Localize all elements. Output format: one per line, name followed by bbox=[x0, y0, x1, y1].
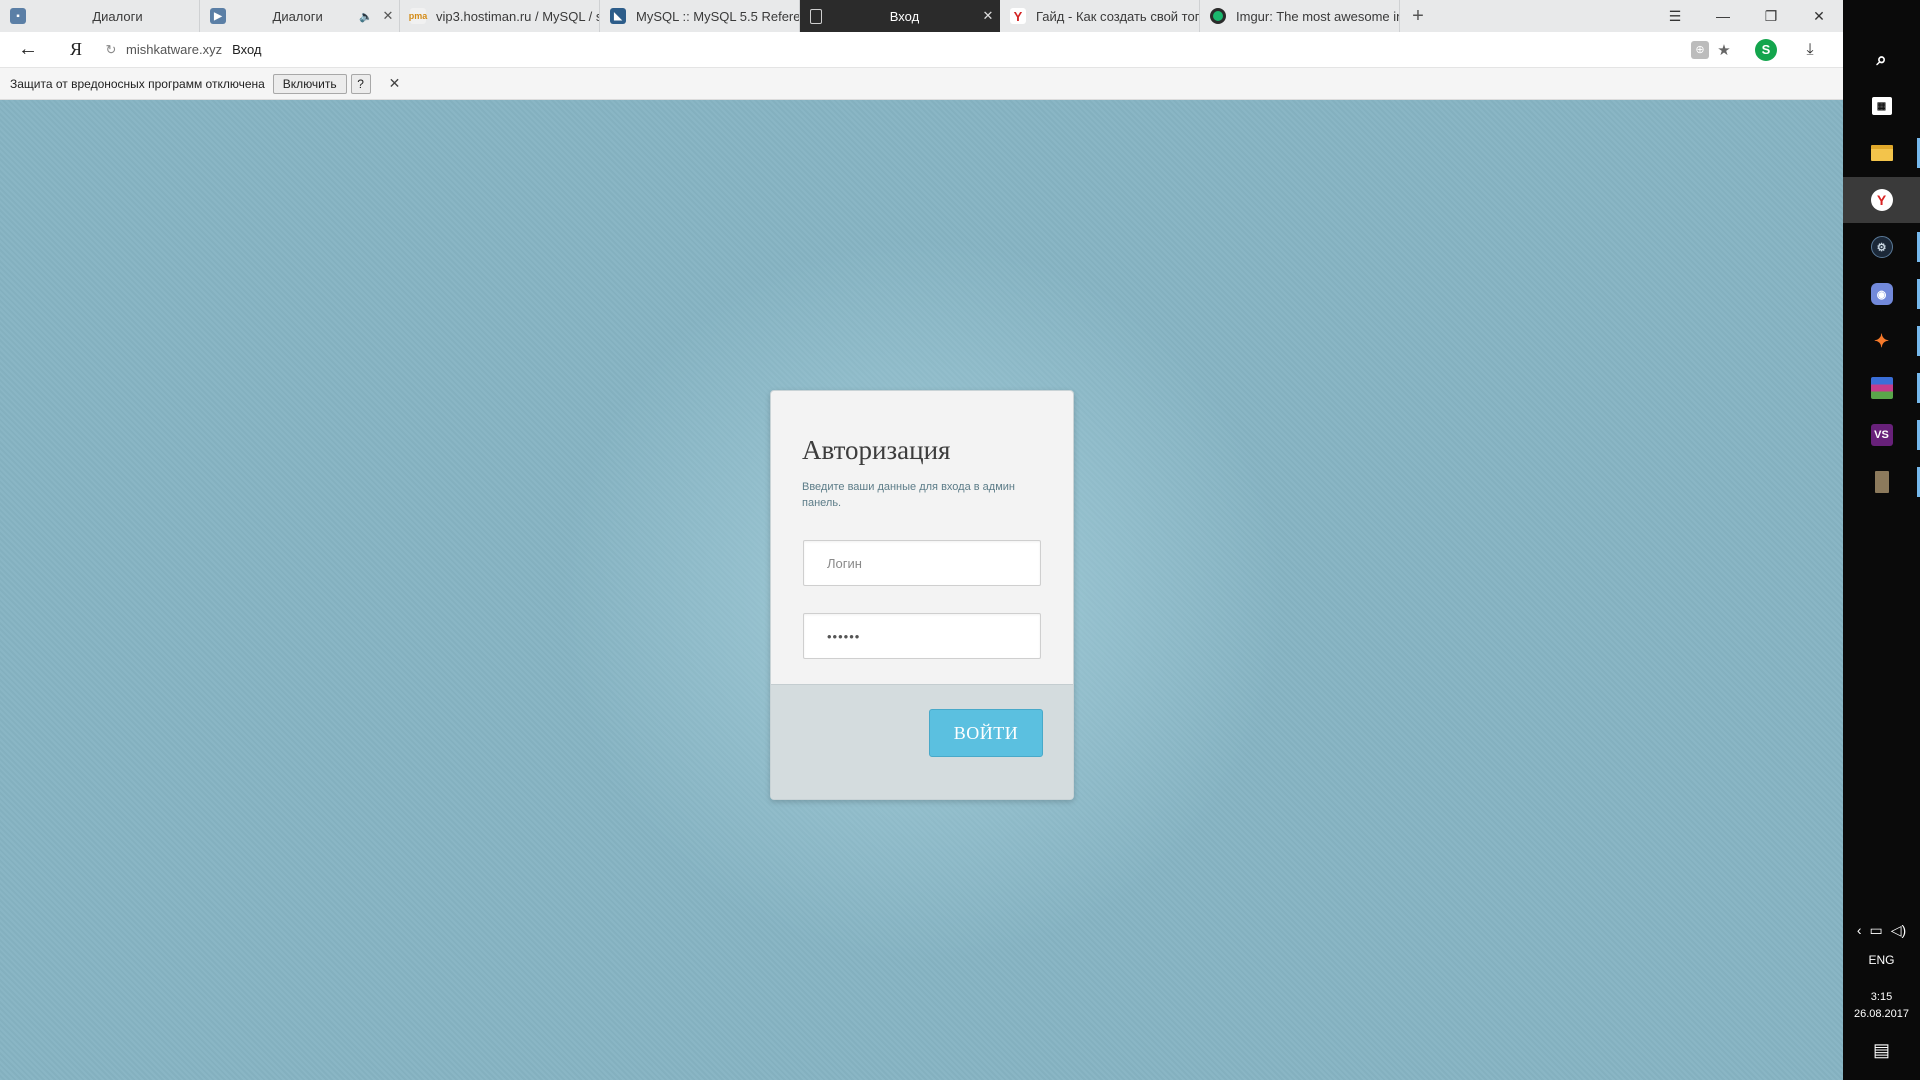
tab-title: MySQL :: MySQL 5.5 Referen bbox=[636, 8, 799, 24]
new-tab-button[interactable]: + bbox=[1400, 0, 1436, 32]
page-title-in-address[interactable]: Вход bbox=[232, 42, 261, 57]
file-explorer-button[interactable] bbox=[1843, 130, 1920, 176]
blender-icon: ✦ bbox=[1873, 330, 1890, 351]
folder-icon bbox=[1870, 145, 1893, 161]
windows-start-icon bbox=[1873, 14, 1891, 32]
infobar-close-icon[interactable]: ✕ bbox=[389, 75, 401, 92]
phpmyadmin-icon: pma bbox=[409, 8, 427, 24]
tab-dialogs-2[interactable]: ▶ Диалоги 🔈 ✕ bbox=[200, 0, 400, 32]
app-icon bbox=[1874, 471, 1889, 493]
login-input[interactable] bbox=[803, 540, 1041, 586]
discord-icon: ◉ bbox=[1870, 283, 1893, 305]
reload-icon[interactable]: ↻ bbox=[96, 42, 126, 58]
bookmark-star-icon[interactable]: ★ bbox=[1711, 41, 1737, 59]
yandex-logo-icon[interactable]: Я bbox=[56, 39, 96, 60]
tab-title: Вход bbox=[889, 8, 920, 24]
vk-icon: ▪ bbox=[10, 8, 26, 24]
winrar-icon bbox=[1870, 377, 1893, 399]
imgur-icon bbox=[1210, 8, 1226, 24]
blender-button[interactable]: ✦ bbox=[1843, 318, 1920, 364]
close-window-icon[interactable]: ✕ bbox=[1795, 0, 1843, 32]
chevron-left-icon[interactable]: ‹ bbox=[1857, 922, 1862, 939]
address-actions: ⊕ ★ S ⤓ bbox=[1689, 38, 1843, 61]
login-subtitle: Введите ваши данные для входа в админ па… bbox=[802, 481, 1015, 509]
system-tray: ‹ ▭ ◁) bbox=[1843, 922, 1920, 939]
clock-date[interactable]: 26.08.2017 bbox=[1843, 1008, 1920, 1020]
tab-guide[interactable]: Y Гайд - Как создать свой тог bbox=[1000, 0, 1200, 32]
volume-icon[interactable]: ◁) bbox=[1891, 922, 1906, 939]
download-icon[interactable]: ⤓ bbox=[1797, 41, 1823, 59]
page-content: Авторизация Введите ваши данные для вход… bbox=[0, 100, 1843, 1080]
minimize-icon[interactable]: — bbox=[1699, 0, 1747, 32]
login-submit-button[interactable]: ВОЙТИ bbox=[929, 709, 1043, 757]
clock-time[interactable]: 3:15 bbox=[1843, 991, 1920, 1003]
tab-title: Диалоги bbox=[272, 8, 323, 24]
store-button[interactable]: ▦ bbox=[1843, 83, 1920, 129]
tab-login[interactable]: Вход ✕ bbox=[800, 0, 1000, 32]
visual-studio-icon: VS bbox=[1870, 424, 1893, 446]
window-controls: ☰ — ❐ ✕ bbox=[1651, 0, 1843, 32]
sound-icon[interactable]: 🔈 bbox=[359, 10, 373, 23]
translate-icon[interactable]: ⊕ bbox=[1691, 40, 1709, 59]
back-arrow-icon[interactable]: ← bbox=[0, 38, 56, 61]
help-button[interactable]: ? bbox=[350, 73, 371, 94]
login-card: Авторизация Введите ваши данные для вход… bbox=[770, 390, 1074, 800]
visual-studio-button[interactable]: VS bbox=[1843, 412, 1920, 458]
login-footer: ВОЙТИ bbox=[771, 684, 1073, 799]
tab-imgur[interactable]: Imgur: The most awesome in bbox=[1200, 0, 1400, 32]
language-indicator[interactable]: ENG bbox=[1843, 953, 1920, 967]
yandex-browser-icon: Y bbox=[1870, 189, 1893, 211]
steam-icon: ⚙ bbox=[1870, 236, 1893, 258]
login-heading: Авторизация bbox=[802, 435, 951, 465]
enable-protection-button[interactable]: Включить bbox=[272, 73, 347, 94]
tab-strip: ▪ Диалоги ▶ Диалоги 🔈 ✕ pma vip3.hostima… bbox=[0, 0, 1843, 32]
app-button[interactable] bbox=[1843, 459, 1920, 505]
extension-icon[interactable]: S bbox=[1755, 38, 1777, 61]
menu-icon[interactable]: ☰ bbox=[1651, 0, 1699, 32]
discord-button[interactable]: ◉ bbox=[1843, 271, 1920, 317]
document-icon bbox=[810, 8, 822, 24]
winrar-button[interactable] bbox=[1843, 365, 1920, 411]
tab-mysql-reference[interactable]: ◣ MySQL :: MySQL 5.5 Referen bbox=[600, 0, 800, 32]
search-icon: ⌕ bbox=[1876, 48, 1887, 69]
search-button[interactable]: ⌕ bbox=[1843, 36, 1920, 82]
vk-play-icon: ▶ bbox=[210, 8, 226, 24]
tab-title: Imgur: The most awesome in bbox=[1236, 8, 1399, 24]
yandex-browser-button[interactable]: Y bbox=[1843, 177, 1920, 223]
tab-title: Гайд - Как создать свой тог bbox=[1036, 8, 1199, 24]
tab-close-icon[interactable]: ✕ bbox=[377, 8, 399, 24]
steam-button[interactable]: ⚙ bbox=[1843, 224, 1920, 270]
password-input[interactable] bbox=[803, 613, 1041, 659]
network-icon[interactable]: ▭ bbox=[1870, 922, 1883, 939]
mysql-icon: ◣ bbox=[610, 8, 626, 24]
tab-dialogs-1[interactable]: ▪ Диалоги bbox=[0, 0, 200, 32]
tab-close-icon[interactable]: ✕ bbox=[977, 8, 999, 24]
address-bar: ← Я ↻ mishkatware.xyz Вход ⊕ ★ S ⤓ bbox=[0, 32, 1843, 68]
store-icon: ▦ bbox=[1871, 97, 1892, 115]
url-domain[interactable]: mishkatware.xyz bbox=[126, 42, 222, 57]
infobar-message: Защита от вредоносных программ отключена bbox=[10, 76, 265, 91]
tab-title: Диалоги bbox=[92, 8, 143, 24]
tab-title: vip3.hostiman.ru / MySQL / s bbox=[436, 8, 599, 24]
notifications-icon[interactable]: ▤ bbox=[1843, 1040, 1920, 1061]
tab-phpmyadmin[interactable]: pma vip3.hostiman.ru / MySQL / s bbox=[400, 0, 600, 32]
yandex-icon: Y bbox=[1010, 8, 1026, 24]
windows-taskbar: ⌕ ▦ Y ⚙ ◉ ✦ VS ‹ ▭ ◁) ENG 3:15 26.08.201… bbox=[1843, 0, 1920, 1080]
protection-infobar: Защита от вредоносных программ отключена… bbox=[0, 68, 1843, 100]
restore-icon[interactable]: ❐ bbox=[1747, 0, 1795, 32]
